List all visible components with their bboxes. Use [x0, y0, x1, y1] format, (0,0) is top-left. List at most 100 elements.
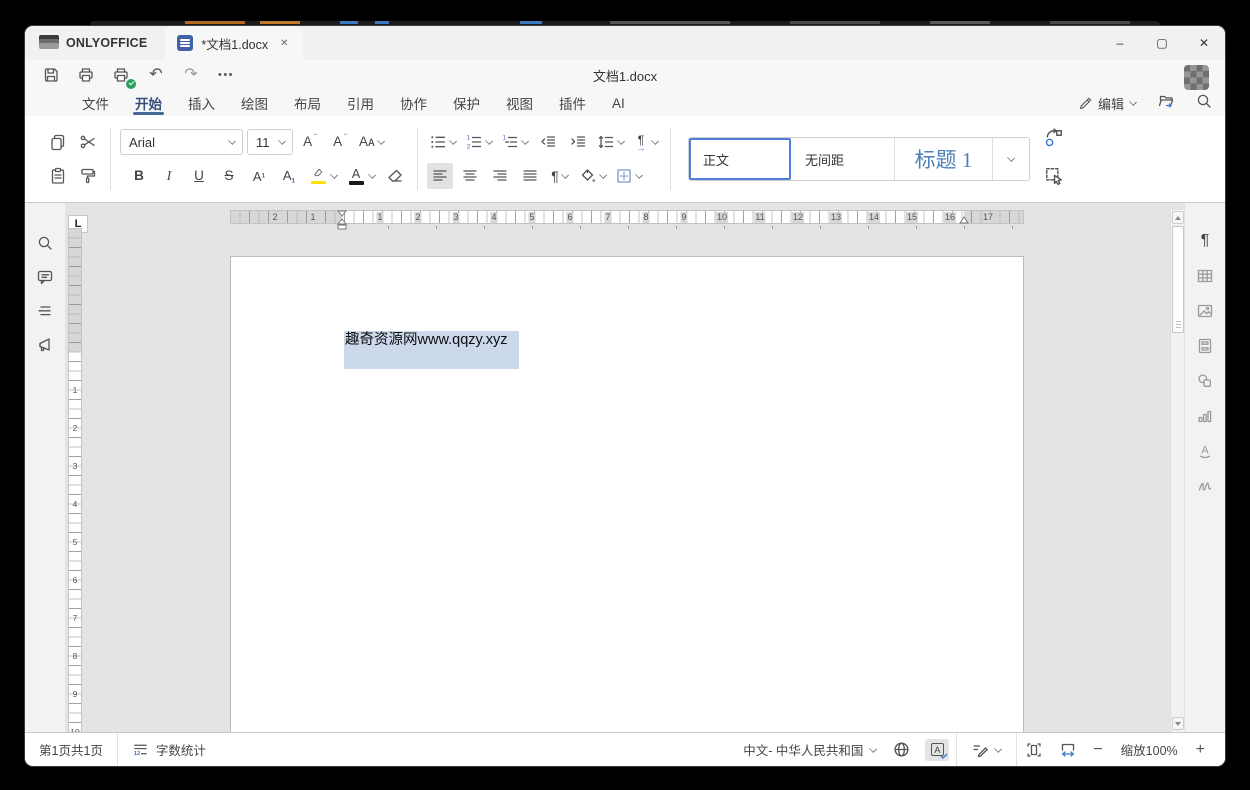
underline-button[interactable]: U: [186, 163, 212, 189]
align-justify-button[interactable]: [517, 163, 543, 189]
redo-button[interactable]: ↷: [179, 63, 203, 87]
find-button[interactable]: [34, 233, 56, 253]
style-heading1[interactable]: 标题 1: [895, 138, 993, 180]
menu-tab-10[interactable]: AI: [599, 90, 638, 116]
language-select[interactable]: 中文- 中华人民共和国: [735, 733, 885, 766]
canvas[interactable]: L 2 1 1 2 3 4 5 6 7 8 9 10 11 12 13 14 15 16 17 1234567891…: [65, 203, 1185, 732]
show-marks-button[interactable]: ¶: [547, 163, 573, 189]
scroll-up-button[interactable]: [1172, 211, 1184, 224]
paste-button[interactable]: [45, 163, 71, 189]
decrease-indent-button[interactable]: [535, 129, 561, 155]
bold-icon: B: [134, 168, 144, 184]
maximize-button[interactable]: ▢: [1141, 26, 1183, 60]
vertical-scrollbar[interactable]: [1170, 210, 1184, 732]
superscript-button[interactable]: A1: [246, 163, 272, 189]
borders-button[interactable]: [613, 163, 645, 189]
paragraph-direction-button[interactable]: ¶ →: [631, 129, 661, 155]
increase-font-button[interactable]: Aˆ: [297, 129, 323, 155]
zoom-out-button[interactable]: −: [1085, 741, 1110, 759]
subscript-button[interactable]: A1: [276, 163, 302, 189]
header-footer-settings-button[interactable]: [1194, 336, 1216, 356]
open-file-location-button[interactable]: [1157, 92, 1175, 115]
undo-button[interactable]: ↶: [144, 63, 168, 87]
scrollbar-thumb[interactable]: [1172, 226, 1184, 333]
image-settings-button[interactable]: [1194, 301, 1216, 321]
replace-button[interactable]: [1044, 127, 1064, 153]
menu-tab-1[interactable]: 开始: [122, 90, 175, 116]
multilevel-list-button[interactable]: 1: [499, 129, 531, 155]
h-ruler[interactable]: 2 1 1 2 3 4 5 6 7 8 9 10 11 12 13 14 15 16 17: [230, 210, 1024, 230]
menu-tab-4[interactable]: 布局: [281, 90, 334, 116]
track-changes-button[interactable]: [957, 733, 1016, 766]
cut-button[interactable]: [75, 129, 101, 155]
change-case-button[interactable]: Aᴀ: [357, 129, 387, 155]
style-normal[interactable]: 正文: [689, 138, 791, 180]
language-globe-button[interactable]: [885, 733, 918, 766]
text-art-settings-button[interactable]: A: [1194, 441, 1216, 461]
font-color-button[interactable]: A: [344, 163, 378, 189]
align-right-button[interactable]: [487, 163, 513, 189]
word-count-button[interactable]: 12 字数统计: [118, 733, 220, 766]
table-settings-button[interactable]: [1194, 266, 1216, 286]
menu-tab-0[interactable]: 文件: [69, 90, 122, 116]
menu-tab-8[interactable]: 视图: [493, 90, 546, 116]
copy-button[interactable]: [45, 129, 71, 155]
chevron-down-icon: [278, 138, 286, 146]
menu-tab-2[interactable]: 插入: [175, 90, 228, 116]
menu-tab-7[interactable]: 保护: [440, 90, 493, 116]
font-name-select[interactable]: Arial: [120, 129, 243, 155]
v-ruler[interactable]: 1 2 3 4 5 6 7 8 9 10: [68, 228, 82, 732]
menu-tab-3[interactable]: 绘图: [228, 90, 281, 116]
menu-tab-9[interactable]: 插件: [546, 90, 599, 116]
align-center-button[interactable]: [457, 163, 483, 189]
fit-width-button[interactable]: [1051, 733, 1085, 766]
quick-print-button[interactable]: [109, 63, 136, 89]
zoom-in-button[interactable]: +: [1188, 741, 1213, 759]
increase-indent-button[interactable]: [565, 129, 591, 155]
page-indicator[interactable]: 第1页共1页: [25, 733, 117, 766]
numbering-button[interactable]: 12: [463, 129, 495, 155]
search-button[interactable]: [1195, 92, 1213, 115]
text-selection[interactable]: 趣奇资源网www.qqzy.xyz: [344, 331, 519, 369]
styles-expand-button[interactable]: [993, 138, 1029, 180]
document-icon: [177, 35, 194, 51]
spellcheck-button[interactable]: A: [918, 733, 956, 766]
close-button[interactable]: ✕: [1183, 26, 1225, 60]
bullets-button[interactable]: [427, 129, 459, 155]
customize-toolbar-button[interactable]: •••: [214, 63, 238, 87]
menu-tab-6[interactable]: 协作: [387, 90, 440, 116]
highlight-color-button[interactable]: [306, 163, 340, 189]
scroll-down-button[interactable]: [1172, 717, 1184, 730]
strikeout-button[interactable]: S: [216, 163, 242, 189]
align-left-button[interactable]: [427, 163, 453, 189]
format-painter-button[interactable]: [75, 163, 101, 189]
signature-settings-button[interactable]: [1194, 476, 1216, 496]
save-button[interactable]: [39, 63, 63, 87]
chart-settings-button[interactable]: [1194, 406, 1216, 426]
navigation-button[interactable]: [34, 301, 56, 321]
document-tab[interactable]: *文档1.docx ✕: [165, 26, 303, 60]
clear-style-button[interactable]: [382, 163, 408, 189]
paragraph-settings-button[interactable]: ¶: [1194, 231, 1216, 251]
first-line-indent-marker[interactable]: [337, 210, 347, 231]
menu-tab-5[interactable]: 引用: [334, 90, 387, 116]
font-size-select[interactable]: 11: [247, 129, 293, 155]
feedback-button[interactable]: [34, 335, 56, 355]
avatar[interactable]: [1184, 65, 1209, 90]
shape-settings-button[interactable]: [1194, 371, 1216, 391]
comments-button[interactable]: [34, 267, 56, 287]
page[interactable]: 趣奇资源网www.qqzy.xyz: [230, 256, 1024, 732]
decrease-font-button[interactable]: Aˇ: [327, 129, 353, 155]
fit-page-button[interactable]: [1017, 733, 1051, 766]
line-spacing-button[interactable]: [595, 129, 627, 155]
tab-close-icon[interactable]: ✕: [276, 36, 292, 51]
style-no-spacing[interactable]: 无间距: [791, 138, 895, 180]
italic-button[interactable]: I: [156, 163, 182, 189]
edit-mode-button[interactable]: 编辑: [1078, 94, 1137, 113]
bold-button[interactable]: B: [126, 163, 152, 189]
print-button[interactable]: [74, 63, 98, 87]
minimize-button[interactable]: –: [1099, 26, 1141, 60]
right-indent-marker[interactable]: [959, 216, 969, 225]
select-all-button[interactable]: [1044, 166, 1064, 191]
shading-button[interactable]: [577, 163, 609, 189]
